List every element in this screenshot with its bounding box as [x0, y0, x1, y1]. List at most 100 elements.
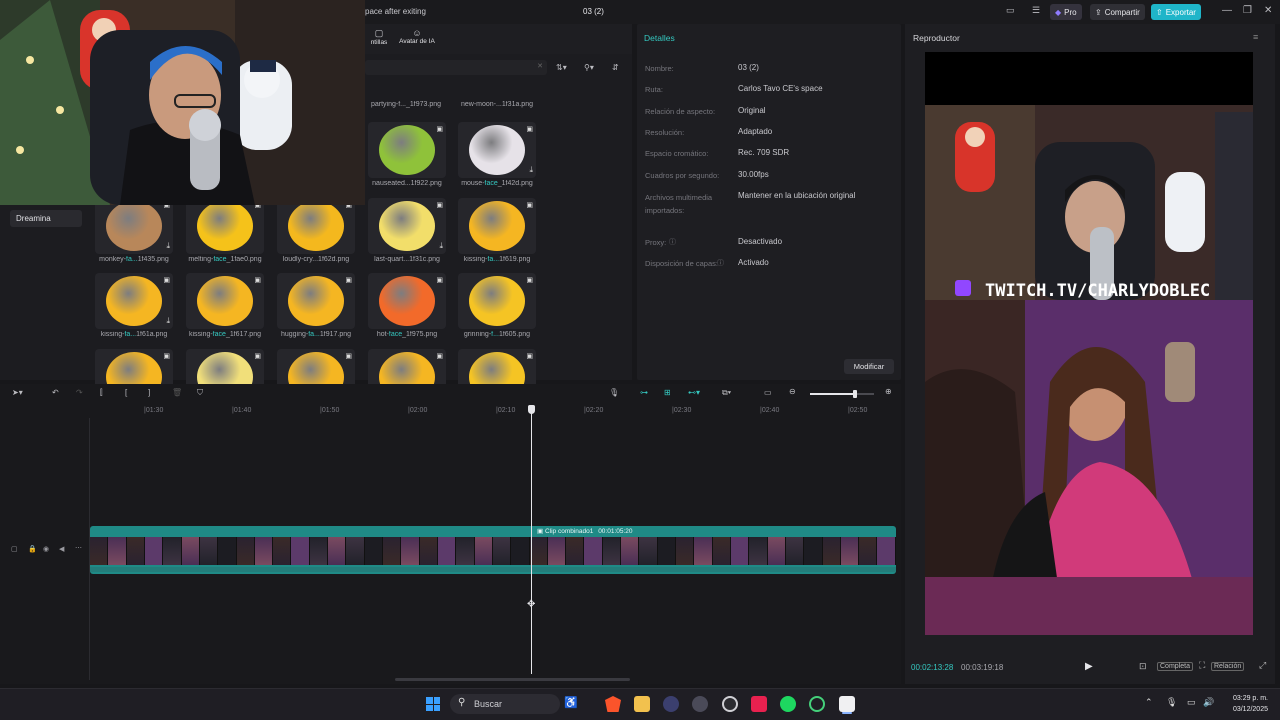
media-thumbnail[interactable]: ▣ ⤓ [458, 122, 536, 178]
filmstrip-frame [346, 537, 365, 565]
minimize-icon[interactable]: — [1222, 5, 1232, 16]
order-icon[interactable]: ⇵ [612, 63, 619, 72]
media-thumbnail[interactable]: ▣ [368, 122, 446, 178]
app-arrow-icon[interactable] [663, 696, 679, 712]
shield-icon[interactable]: ⛉ [197, 388, 203, 398]
media-thumbnail[interactable]: ▣ ⤓ [368, 198, 446, 254]
magnet-icon[interactable]: ⊞ [664, 388, 671, 397]
zoom-in-icon[interactable]: ⊕ [885, 387, 892, 396]
video-frame: TWITCH.TV/CHARLYDOBLEC [925, 52, 1253, 635]
trim-right-icon[interactable]: ] [148, 388, 150, 397]
filter-icon[interactable]: ⚲▾ [584, 63, 594, 72]
download-icon[interactable]: ⤓ [439, 241, 443, 251]
spotify-icon[interactable] [780, 696, 796, 712]
layout-icon[interactable]: ▭ [1006, 5, 1015, 16]
fullscreen-icon[interactable]: ⤢ [1259, 660, 1266, 671]
filmstrip-frame [383, 537, 402, 565]
app-grid-icon[interactable] [692, 696, 708, 712]
playhead[interactable] [531, 410, 532, 674]
capcut-icon[interactable] [839, 696, 855, 712]
preview-axis-icon[interactable]: ⧉▾ [722, 388, 731, 398]
snap-icon[interactable]: ⊷▾ [688, 388, 700, 397]
media-thumbnail[interactable]: ▣ [277, 198, 355, 254]
media-thumbnail[interactable]: ▣ [277, 273, 355, 329]
filmstrip-frame [291, 537, 310, 565]
media-thumbnail[interactable]: ▣ ⤓ [95, 273, 173, 329]
export-button[interactable]: ⇧ Exportar [1151, 4, 1201, 20]
eye-icon[interactable]: ◉ [43, 545, 49, 553]
info-icon[interactable]: ⓘ [717, 258, 724, 268]
combined-clip[interactable]: ▣ Clip combinado1 00:01:05:20 [90, 526, 896, 574]
media-thumbnail[interactable]: ▣ [458, 198, 536, 254]
tab-templates[interactable]: ▢ ntillas [365, 28, 393, 46]
filmstrip-frame [712, 537, 731, 565]
sort-icon[interactable]: ⇅▾ [556, 63, 567, 72]
start-icon[interactable] [426, 697, 440, 711]
redo-icon[interactable]: ↷ [76, 388, 83, 397]
mic-tray-icon[interactable]: 🎙 [1166, 697, 1177, 708]
caption-icon[interactable]: ▭ [764, 388, 772, 397]
split-icon[interactable]: ⫿ [100, 388, 103, 398]
media-thumbnail[interactable]: ▣ [458, 273, 536, 329]
shortcuts-icon[interactable]: ☰ [1032, 5, 1040, 16]
download-icon[interactable]: ⤓ [166, 316, 170, 326]
active-indicator [842, 712, 852, 714]
filmstrip-frame [694, 537, 713, 565]
zoom-slider[interactable] [810, 390, 874, 398]
maximize-icon[interactable]: ❐ [1243, 5, 1252, 16]
crop-icon[interactable]: ⛶ [1199, 660, 1205, 671]
info-icon[interactable]: ⓘ [669, 237, 676, 247]
modify-button[interactable]: Modificar [844, 359, 894, 374]
clock[interactable]: 03:29 p. m. 03/12/2025 [1222, 693, 1268, 715]
link-icon[interactable]: ⊶ [640, 388, 648, 397]
more-icon[interactable]: ⋯ [75, 544, 82, 552]
obs-icon[interactable] [722, 696, 738, 712]
media-thumbnail[interactable]: ▣ [186, 273, 264, 329]
pro-button[interactable]: ◆ Pro [1050, 4, 1082, 20]
folder-icon[interactable] [634, 696, 650, 712]
fit-icon[interactable]: ⊡ [1139, 661, 1147, 672]
sidebar-item-dreamina[interactable]: Dreamina [10, 210, 82, 227]
widget-icon[interactable]: ♿ [564, 696, 578, 709]
timeline-ruler[interactable]: |01:30 |01:40 |01:50 |02:00 |02:10 |02:20 |02:… [89, 404, 901, 418]
download-icon[interactable]: ⤓ [166, 241, 170, 251]
search-input[interactable]: ✕ [365, 60, 547, 75]
timeline-scrollbar[interactable] [395, 678, 630, 681]
full-button[interactable]: Completa [1157, 662, 1193, 671]
media-thumbnail[interactable]: ▣ [368, 273, 446, 329]
clear-icon[interactable]: ✕ [537, 62, 543, 70]
app-ring-icon[interactable] [809, 696, 825, 712]
playhead-handle[interactable] [528, 405, 535, 414]
capcut-red-icon[interactable] [751, 696, 767, 712]
filmstrip-frame [126, 537, 145, 565]
lock-icon[interactable]: 🔒 [28, 545, 37, 553]
tab-ai-avatar[interactable]: ☺ Avatar de IA [397, 28, 437, 45]
filmstrip-frame [199, 537, 219, 565]
media-thumbnail[interactable]: ▣ [186, 198, 264, 254]
chevron-up-icon[interactable]: ⌃ [1145, 697, 1153, 708]
ratio-button[interactable]: Relación [1211, 662, 1245, 671]
ruler-tick-label: |01:40 [232, 407, 252, 414]
emoji-image [106, 201, 162, 251]
cover-icon[interactable]: ▢ [11, 545, 18, 553]
media-thumbnail[interactable]: ▣ ⤓ [95, 198, 173, 254]
share-button[interactable]: ⇪ Compartir [1090, 4, 1145, 20]
filmstrip-frame [401, 537, 420, 565]
trim-left-icon[interactable]: [ [125, 388, 127, 397]
play-icon[interactable]: ▶ [1085, 661, 1093, 672]
mic-icon[interactable]: 🎙 [609, 388, 619, 397]
volume-icon[interactable]: 🔊 [1203, 697, 1214, 708]
select-tool-icon[interactable]: ➤▾ [12, 388, 23, 397]
stream-watermark: TWITCH.TV/CHARLYDOBLEC [985, 281, 1210, 301]
audio-icon[interactable]: ◀ [59, 545, 64, 553]
close-icon[interactable]: ✕ [1264, 5, 1272, 16]
webcam-image [0, 0, 365, 205]
search-box[interactable]: ⚲ Buscar ♿ [450, 694, 578, 714]
menu-icon[interactable]: ≡ [1253, 32, 1258, 42]
delete-icon[interactable]: 🗑 [172, 388, 182, 397]
download-icon[interactable]: ⤓ [529, 165, 533, 175]
zoom-out-icon[interactable]: ⊖ [789, 387, 796, 396]
undo-icon[interactable]: ↶ [52, 388, 59, 397]
network-icon[interactable]: ▭ [1187, 697, 1196, 708]
video-preview[interactable]: TWITCH.TV/CHARLYDOBLEC [925, 52, 1253, 635]
